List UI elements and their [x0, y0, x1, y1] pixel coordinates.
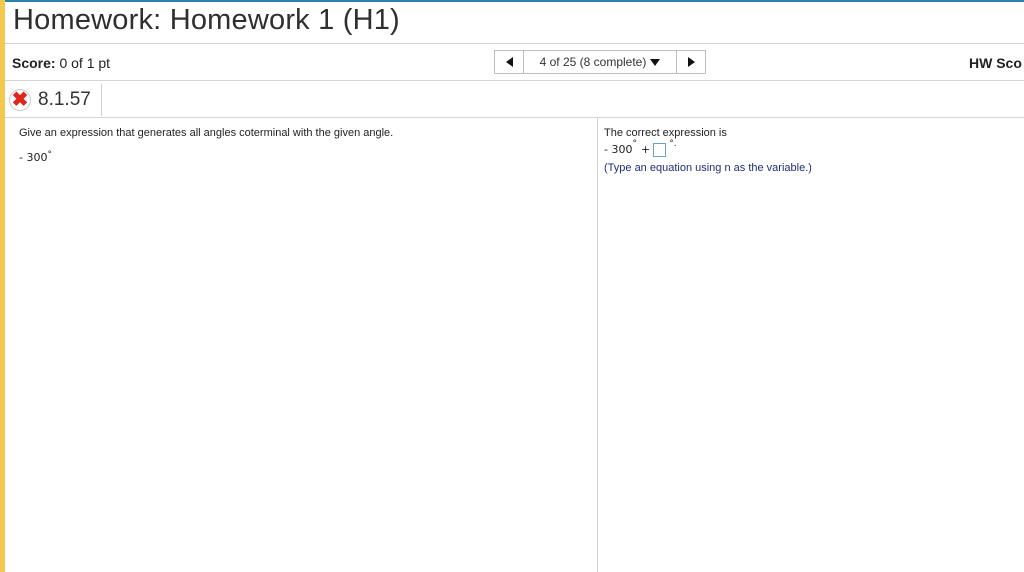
question-navigator: 4 of 25 (8 complete) — [494, 50, 706, 75]
plus-sign: + — [640, 143, 651, 156]
divider — [101, 84, 102, 116]
page-title: Homework: Homework 1 (H1) — [13, 4, 400, 36]
previous-question-button[interactable] — [494, 50, 524, 74]
angle-value: - 300 — [19, 151, 48, 164]
chevron-down-icon — [650, 58, 661, 66]
score-label: Score: — [12, 55, 56, 71]
question-position: 4 of 25 (8 complete) — [539, 55, 647, 69]
expr-suffix: °. — [669, 139, 677, 149]
next-question-button[interactable] — [676, 50, 706, 74]
degree-symbol: ° — [632, 139, 637, 149]
divider — [5, 43, 1024, 44]
question-prompt: Give an expression that generates all an… — [19, 127, 394, 139]
question-header: ✖ 8.1.57 — [9, 85, 91, 115]
question-number: 8.1.57 — [38, 89, 91, 110]
given-angle: - 300° — [19, 150, 52, 164]
score-display: Score: 0 of 1 pt — [12, 55, 110, 71]
divider — [5, 117, 1024, 118]
arrow-left-icon — [505, 57, 513, 67]
answer-hint: (Type an equation using n as the variabl… — [604, 162, 812, 174]
score-value: 0 of 1 pt — [59, 55, 111, 71]
answer-input-box[interactable] — [653, 143, 667, 157]
divider — [5, 80, 1024, 81]
top-accent-line — [5, 0, 1024, 2]
pane-divider — [597, 118, 598, 572]
answer-heading: The correct expression is — [604, 127, 727, 139]
answer-expression: - 300 ° + °. — [604, 139, 677, 157]
x-mark-icon: ✖ — [9, 89, 31, 111]
hw-score-label: HW Sco — [969, 55, 1022, 71]
question-select-dropdown[interactable]: 4 of 25 (8 complete) — [524, 50, 676, 74]
degree-symbol: ° — [47, 150, 52, 160]
left-accent-bar — [0, 0, 5, 572]
arrow-right-icon — [687, 57, 695, 67]
expr-prefix: - 300 — [604, 143, 633, 156]
